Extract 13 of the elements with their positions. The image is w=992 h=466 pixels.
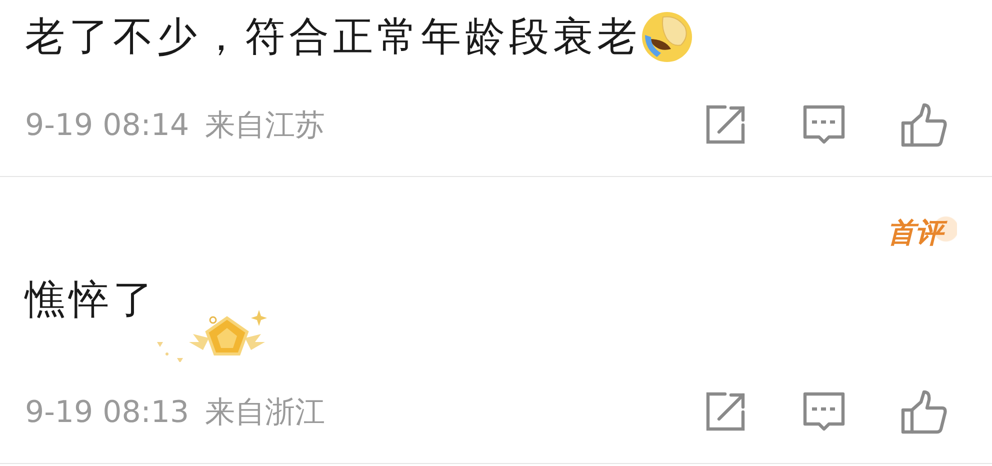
- share-icon[interactable]: [705, 391, 747, 433]
- comment-location: 来自江苏: [205, 106, 326, 144]
- comment-icon[interactable]: [803, 104, 845, 146]
- share-icon[interactable]: [705, 104, 747, 146]
- comment-time: 9-19 08:13: [25, 394, 190, 430]
- comment-location: 来自浙江: [205, 394, 326, 432]
- comment-text: 老了不少，符合正常年龄段衰老: [25, 13, 641, 62]
- comment-time: 9-19 08:14: [25, 108, 190, 142]
- facepalm-emoji-icon: [641, 11, 693, 63]
- like-icon[interactable]: [901, 390, 947, 434]
- comment-text: 憔悴了: [25, 276, 157, 325]
- comment-icon[interactable]: [803, 391, 845, 433]
- like-icon[interactable]: [901, 103, 947, 147]
